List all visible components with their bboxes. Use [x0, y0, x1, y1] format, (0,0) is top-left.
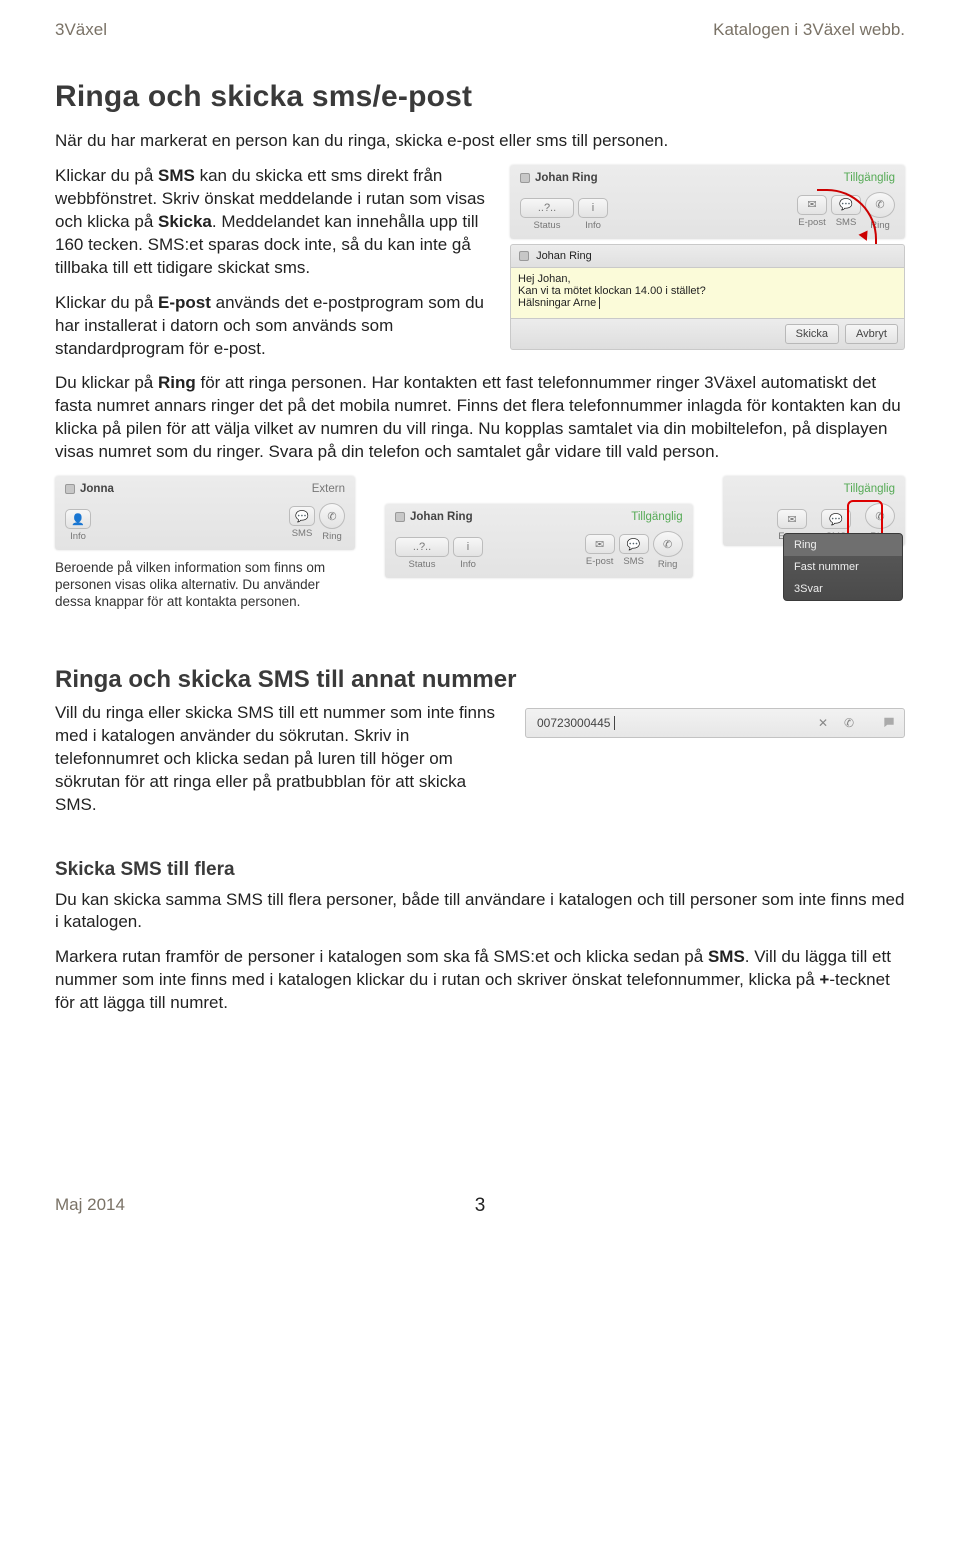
other-number-paragraph: Vill du ringa eller skicka SMS till ett …	[55, 702, 505, 817]
email-button[interactable]: ✉E-post	[585, 534, 615, 567]
contact-name: Johan Ring	[535, 172, 598, 184]
sms-multiple-p1: Du kan skicka samma SMS till flera perso…	[55, 889, 905, 935]
info-button[interactable]: iInfo	[578, 198, 608, 231]
presence-icon	[65, 484, 75, 494]
call-icon[interactable]: ✆	[840, 714, 858, 732]
call-button[interactable]: ✆Ring	[865, 192, 895, 231]
sms-button[interactable]: 💬SMS	[831, 195, 861, 228]
dial-input[interactable]: 00723000445	[532, 713, 806, 733]
running-head-left: 3Växel	[55, 20, 107, 40]
email-button[interactable]: ✉E-post	[797, 195, 827, 228]
presence-icon	[520, 173, 530, 183]
menu-item-fixed[interactable]: Fast nummer	[784, 556, 902, 578]
caption-variants: Beroende på vilken information som finns…	[55, 560, 355, 611]
heading-sms-multiple: Skicka SMS till flera	[55, 859, 905, 881]
contact-card-johan-wide: Johan Ring Tillgänglig ..?..Status iInfo…	[385, 504, 693, 578]
contact-card-jonna: Jonna Extern 👤Info 💬SMS ✆Ring	[55, 476, 355, 550]
page-number: 3	[475, 1195, 486, 1216]
contact-card-johan: Johan Ring Tillgänglig ..?.. Status iInf…	[510, 165, 905, 239]
sms-send-button[interactable]: Skicka	[785, 324, 839, 344]
dial-search-box: 00723000445 ✕ ✆	[525, 708, 905, 738]
contact-status: Tillgänglig	[844, 172, 895, 184]
menu-item-ring[interactable]: Ring	[784, 534, 902, 556]
sms-multiple-p2: Markera rutan framför de personer i kata…	[55, 946, 905, 1015]
info-button[interactable]: iInfo	[453, 537, 483, 570]
screenshot-contact-sms: Johan Ring Tillgänglig ..?.. Status iInf…	[510, 165, 905, 350]
footer-date: Maj 2014	[55, 1195, 125, 1215]
intro-paragraph: När du har markerat en person kan du rin…	[55, 130, 905, 153]
clear-icon[interactable]: ✕	[814, 714, 832, 732]
call-number-menu[interactable]: Ring Fast nummer 3Svar	[783, 533, 903, 601]
contact-card-ring-menu: Tillgänglig ✉E-post 💬SMS ✆Ring Ring Fast…	[723, 476, 905, 546]
ring-paragraph: Du klickar på Ring för att ringa persone…	[55, 372, 905, 464]
sms-to-name: Johan Ring	[536, 250, 592, 262]
sms-button[interactable]: 💬SMS	[289, 506, 315, 539]
heading-other-number: Ringa och skicka SMS till annat nummer	[55, 666, 905, 694]
call-button[interactable]: ✆Ring	[319, 503, 345, 542]
status-button[interactable]: ..?.. Status	[520, 198, 574, 231]
info-button[interactable]: 👤Info	[65, 509, 91, 542]
sms-paragraph: Klickar du på SMS kan du skicka ett sms …	[55, 165, 490, 280]
status-button[interactable]: ..?..Status	[395, 537, 449, 570]
menu-item-3svar[interactable]: 3Svar	[784, 578, 902, 600]
page-title: Ringa och skicka sms/e-post	[55, 80, 905, 114]
sms-icon[interactable]	[880, 714, 898, 732]
sms-composer: Johan Ring Hej Johan, Kan vi ta mötet kl…	[510, 244, 905, 350]
call-button[interactable]: ✆Ring	[653, 531, 683, 570]
running-head-right: Katalogen i 3Växel webb.	[713, 20, 905, 40]
sms-cancel-button[interactable]: Avbryt	[845, 324, 898, 344]
epost-paragraph: Klickar du på E-post används det e-postp…	[55, 292, 490, 361]
sms-textarea[interactable]: Hej Johan, Kan vi ta mötet klockan 14.00…	[510, 267, 905, 319]
presence-icon	[519, 251, 529, 261]
sms-button[interactable]: 💬SMS	[619, 534, 649, 567]
